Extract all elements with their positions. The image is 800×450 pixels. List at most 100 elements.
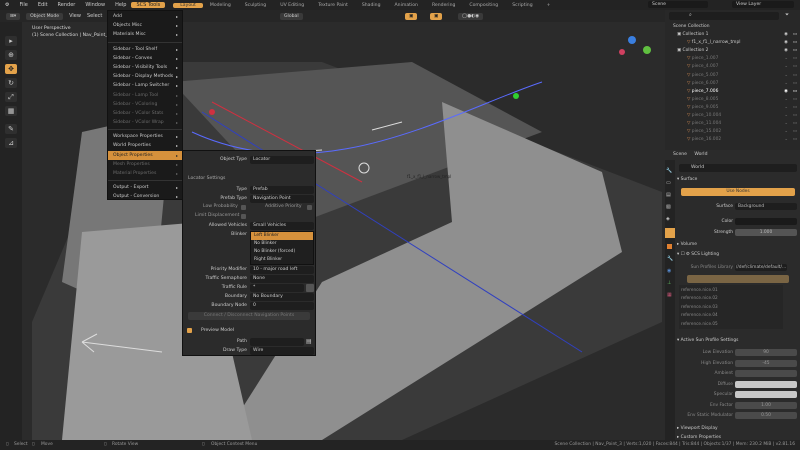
- sun-profile-item[interactable]: reference.nice.04: [679, 311, 783, 319]
- render-toggle-icon[interactable]: ▭: [793, 39, 797, 47]
- filter-icon[interactable]: ⏷: [785, 12, 789, 18]
- menu-item[interactable]: Output - Export ▸: [108, 183, 182, 192]
- gizmo-z[interactable]: [628, 36, 636, 44]
- tab-texture-paint[interactable]: Texture Paint: [311, 3, 355, 8]
- tool-tab-icon[interactable]: 🔧: [666, 168, 672, 174]
- menu-item[interactable]: Workspace Properties ▸: [108, 132, 182, 141]
- outliner-row[interactable]: ▽ piece_7.006 ◉ ▭: [665, 88, 800, 96]
- texture-tab-icon[interactable]: ▦: [667, 292, 672, 298]
- menu-item[interactable]: Sidebar - Lamp Switcher ▸: [108, 81, 182, 90]
- boundary-select[interactable]: No Boundary: [250, 293, 314, 301]
- active-sun-profile-header[interactable]: ▾ Active Sun Profile Settings: [677, 338, 798, 347]
- render-toggle-icon[interactable]: ▭: [793, 104, 797, 112]
- view-menu[interactable]: View: [69, 13, 81, 19]
- sun-setting-field[interactable]: 90: [735, 349, 797, 356]
- blinker-option-right[interactable]: Right Blinker: [251, 256, 313, 264]
- tab-scripting[interactable]: Scripting: [505, 3, 539, 8]
- sun-profile-item[interactable]: reference.nice.05: [679, 320, 783, 328]
- tab-shading[interactable]: Shading: [355, 3, 388, 8]
- view-layer-tab-icon[interactable]: ▧: [666, 204, 671, 210]
- traffic-rule-browse-icon[interactable]: [306, 284, 314, 292]
- annotate-tool-icon[interactable]: ✎: [5, 124, 17, 134]
- folder-icon[interactable]: ▤: [306, 338, 312, 345]
- sun-setting-field[interactable]: 1.00: [735, 401, 797, 409]
- cursor-tool-icon[interactable]: ⊕: [5, 50, 17, 60]
- blinker-option-none[interactable]: No Blinker: [251, 240, 313, 248]
- sun-setting-field[interactable]: [735, 391, 797, 398]
- prefab-type-select[interactable]: Navigation Point: [250, 195, 314, 203]
- move-tool-icon[interactable]: ✥: [5, 64, 17, 74]
- type-select[interactable]: Prefab: [250, 186, 314, 194]
- outliner-row[interactable]: ▽ piece_1.007 ⌄ ▭: [665, 55, 800, 63]
- select-menu[interactable]: Select: [87, 13, 102, 19]
- menu-help[interactable]: Help: [110, 2, 131, 8]
- constraints-tab-icon[interactable]: ⊥: [667, 280, 671, 286]
- menu-item[interactable]: Output - Conversion ▸: [108, 192, 182, 201]
- sun-profiles-library-field[interactable]: //def/climate/default/...: [735, 264, 787, 271]
- menu-item[interactable]: Objects Misc ▸: [108, 21, 182, 30]
- menu-item-object-properties[interactable]: Object Properties ▸: [108, 150, 182, 160]
- render-toggle-icon[interactable]: ▭: [793, 80, 797, 88]
- menu-item[interactable]: Materials Misc ▸: [108, 30, 182, 39]
- render-tab-icon[interactable]: ▭: [666, 180, 671, 186]
- sun-setting-field[interactable]: [735, 370, 797, 377]
- editor-type-button[interactable]: ⊞▾: [6, 12, 21, 20]
- menu-render[interactable]: Render: [53, 2, 81, 8]
- scene-collection-row[interactable]: Scene Collection: [665, 23, 800, 31]
- menu-file[interactable]: File: [14, 2, 32, 8]
- visibility-eye-icon[interactable]: ⌄: [784, 120, 788, 128]
- render-toggle-icon[interactable]: ▭: [793, 128, 797, 136]
- blinker-option-none-forced[interactable]: No Blinker (forced): [251, 248, 313, 256]
- preview-model-checkbox[interactable]: [187, 328, 192, 333]
- path-field[interactable]: [250, 338, 304, 346]
- scene-tab-icon[interactable]: ◈: [666, 216, 670, 222]
- sun-setting-field[interactable]: 0.50: [735, 412, 797, 419]
- add-workspace-button[interactable]: +: [540, 3, 558, 8]
- boundary-node-select[interactable]: 0: [250, 302, 314, 310]
- outliner-row[interactable]: ▽ piece_6.007 ⌄ ▭: [665, 80, 800, 88]
- tab-layout[interactable]: Layout: [173, 2, 203, 8]
- color-swatch[interactable]: [735, 218, 797, 225]
- outliner-row[interactable]: ▽ piece_16.002 ⌄ ▭: [665, 136, 800, 144]
- menu-item[interactable]: Sidebar - Convex ▸: [108, 54, 182, 63]
- visibility-eye-icon[interactable]: ◉: [784, 39, 788, 47]
- mode-selector[interactable]: Object Mode: [26, 12, 64, 20]
- visibility-eye-icon[interactable]: ⌄: [784, 55, 788, 63]
- outliner-row[interactable]: ▣ Collection 1 ◉ ▭: [665, 31, 800, 39]
- volume-panel-header[interactable]: ▸ Volume: [677, 242, 798, 251]
- traffic-rule-field[interactable]: *: [250, 284, 304, 292]
- physics-tab-icon[interactable]: ◉: [667, 268, 671, 274]
- outliner-row[interactable]: ▽ piece_9.005 ⌄ ▭: [665, 104, 800, 112]
- view-layer-selector[interactable]: View Layer: [732, 1, 794, 8]
- menu-edit[interactable]: Edit: [33, 2, 53, 8]
- render-toggle-icon[interactable]: ▭: [793, 136, 797, 144]
- use-nodes-button[interactable]: Use Nodes: [681, 188, 795, 196]
- select-box-tool-icon[interactable]: ▸: [5, 36, 17, 46]
- sun-profile-item[interactable]: reference.nice.03: [679, 303, 783, 311]
- outliner-search-input[interactable]: ⌕: [669, 12, 779, 20]
- menu-item[interactable]: Add ▸: [108, 12, 182, 21]
- gizmo-x[interactable]: [619, 49, 625, 55]
- limit-displacement-checkbox[interactable]: [241, 214, 246, 219]
- traffic-semaphore-select[interactable]: None: [250, 275, 314, 283]
- visibility-eye-icon[interactable]: ◉: [784, 47, 788, 55]
- render-toggle-icon[interactable]: ▭: [793, 88, 797, 96]
- surface-panel-header[interactable]: ▾ Surface: [677, 177, 798, 186]
- sun-profile-selected-row[interactable]: [687, 275, 789, 283]
- tab-modeling[interactable]: Modeling: [203, 3, 238, 8]
- sun-profile-item[interactable]: reference.nice.02: [679, 294, 783, 302]
- outliner-row[interactable]: ▽ piece_5.007 ⌄ ▭: [665, 72, 800, 80]
- object-type-select[interactable]: Locator: [250, 156, 314, 164]
- menu-item[interactable]: World Properties ▸: [108, 141, 182, 150]
- shading-modes[interactable]: ◯●◐◉: [458, 12, 484, 20]
- tab-sculpting[interactable]: Sculpting: [238, 3, 273, 8]
- visibility-eye-icon[interactable]: ◉: [784, 88, 788, 96]
- outliner-row[interactable]: ▽ f1_x_f1_l_narrow_tmpl ◉ ▭: [665, 39, 800, 47]
- outliner-row[interactable]: ▽ piece_4.007 ⌄ ▭: [665, 63, 800, 71]
- allowed-vehicles-select[interactable]: Small Vehicles: [250, 222, 314, 230]
- scene-selector[interactable]: Scene: [648, 1, 708, 8]
- outliner-row[interactable]: ▽ piece_11.004 ⌄ ▭: [665, 120, 800, 128]
- tab-compositing[interactable]: Compositing: [462, 3, 505, 8]
- xray-toggle-icon[interactable]: ▣: [430, 12, 443, 20]
- visibility-eye-icon[interactable]: ⌄: [784, 96, 788, 104]
